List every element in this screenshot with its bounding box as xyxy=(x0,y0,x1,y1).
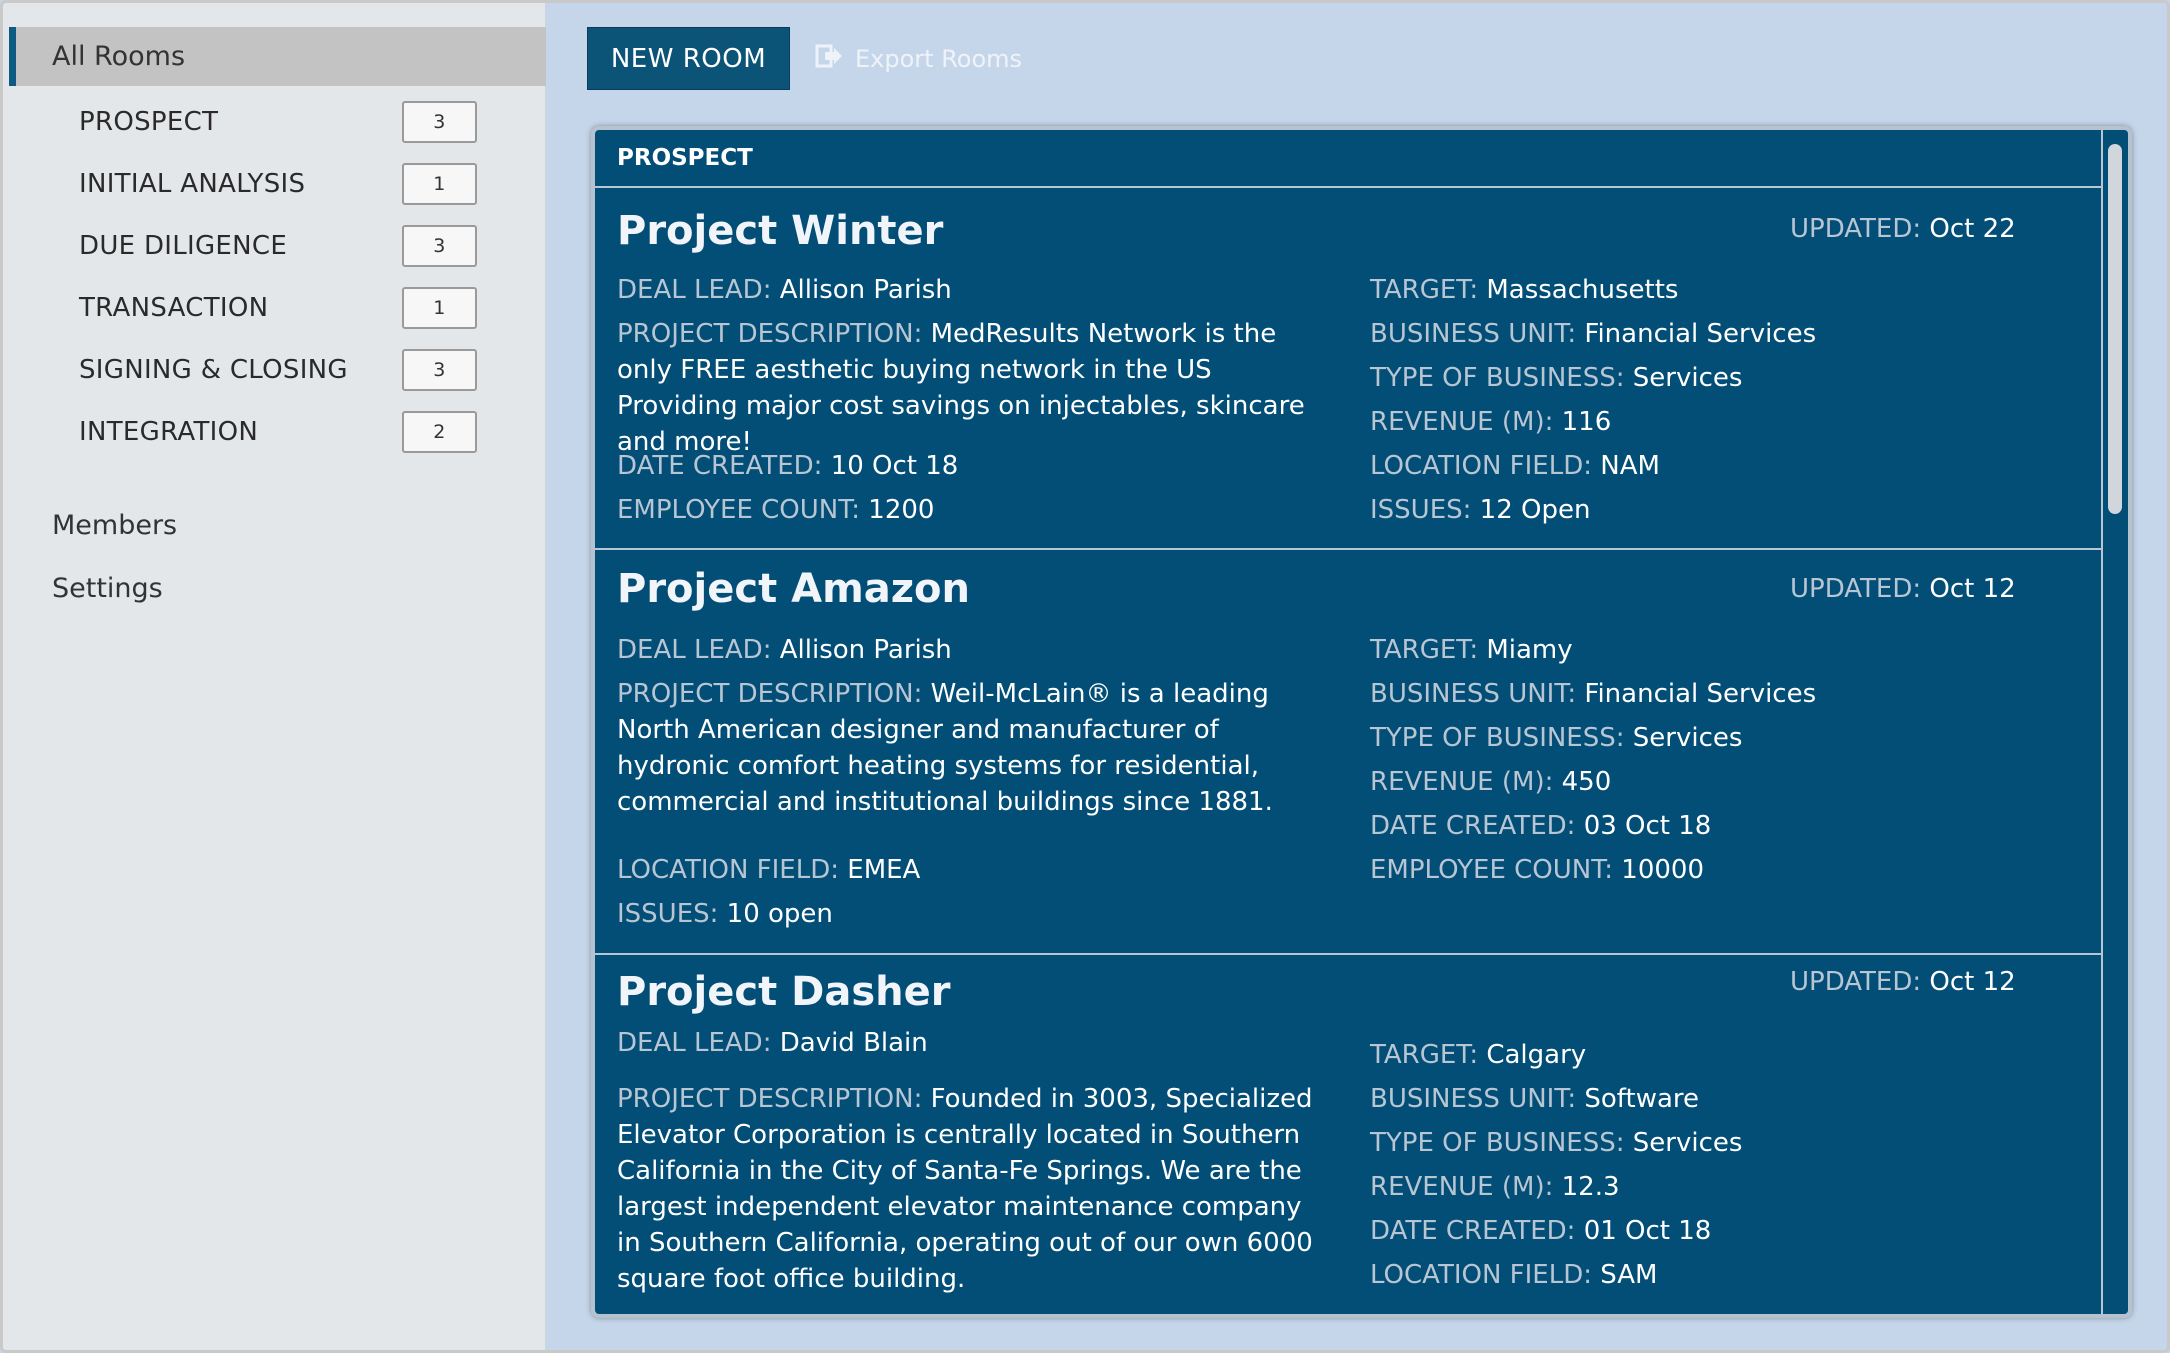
type-of-business: TYPE OF BUSINESS: Services xyxy=(1370,723,1743,753)
room-title[interactable]: Project Dasher xyxy=(617,969,950,1015)
deal-lead: DEAL LEAD: Allison Parish xyxy=(617,275,952,305)
export-rooms-link[interactable]: Export Rooms xyxy=(815,37,1022,81)
location-field: LOCATION FIELD: NAM xyxy=(1370,451,1660,481)
panel-header: PROSPECT xyxy=(595,130,2105,188)
date-created: DATE CREATED: 01 Oct 18 xyxy=(1370,1216,1712,1246)
sidebar-item-all-rooms[interactable]: All Rooms xyxy=(9,27,546,86)
stage-label: INITIAL ANALYSIS xyxy=(79,169,306,199)
app-window: All Rooms PROSPECT 3 INITIAL ANALYSIS 1 … xyxy=(0,0,2170,1353)
sidebar-item-due-diligence[interactable]: DUE DILIGENCE 3 xyxy=(79,225,477,267)
date-created: DATE CREATED: 10 Oct 18 xyxy=(617,451,959,481)
room-card[interactable]: Project Dasher UPDATED: Oct 12 DEAL LEAD… xyxy=(595,955,2105,1314)
type-of-business: TYPE OF BUSINESS: Services xyxy=(1370,1128,1743,1158)
business-unit: BUSINESS UNIT: Financial Services xyxy=(1370,319,1817,349)
deal-lead: DEAL LEAD: David Blain xyxy=(617,1028,928,1058)
stage-count-badge: 3 xyxy=(402,101,477,143)
export-icon xyxy=(815,43,843,75)
employee-count: EMPLOYEE COUNT: 10000 xyxy=(1370,855,1705,885)
sidebar-item-settings[interactable]: Settings xyxy=(52,573,163,604)
sidebar: All Rooms PROSPECT 3 INITIAL ANALYSIS 1 … xyxy=(3,3,546,1350)
deal-lead: DEAL LEAD: Allison Parish xyxy=(617,635,952,665)
issues: ISSUES: 12 Open xyxy=(1370,495,1591,525)
target: TARGET: Miamy xyxy=(1370,635,1573,665)
sidebar-item-members[interactable]: Members xyxy=(52,510,177,541)
room-updated: UPDATED: Oct 22 xyxy=(1790,214,2016,244)
business-unit: BUSINESS UNIT: Financial Services xyxy=(1370,679,1817,709)
stage-count-badge: 1 xyxy=(402,287,477,329)
sidebar-item-prospect[interactable]: PROSPECT 3 xyxy=(79,101,477,143)
scrollbar[interactable] xyxy=(2101,130,2128,1314)
target: TARGET: Calgary xyxy=(1370,1040,1587,1070)
room-updated: UPDATED: Oct 12 xyxy=(1790,967,2016,997)
sidebar-item-initial-analysis[interactable]: INITIAL ANALYSIS 1 xyxy=(79,163,477,205)
rooms-panel: PROSPECT Project Winter UPDATED: Oct 22 … xyxy=(591,126,2132,1318)
sidebar-item-transaction[interactable]: TRANSACTION 1 xyxy=(79,287,477,329)
stage-count-badge: 3 xyxy=(402,225,477,267)
room-card[interactable]: Project Winter UPDATED: Oct 22 DEAL LEAD… xyxy=(595,190,2105,550)
room-title[interactable]: Project Winter xyxy=(617,208,943,254)
location-field: LOCATION FIELD: EMEA xyxy=(617,855,921,885)
stage-label: TRANSACTION xyxy=(79,293,269,323)
export-rooms-label: Export Rooms xyxy=(855,45,1023,73)
stage-label: DUE DILIGENCE xyxy=(79,231,288,261)
scroll-thumb[interactable] xyxy=(2108,144,2122,514)
date-created: DATE CREATED: 03 Oct 18 xyxy=(1370,811,1712,841)
room-card[interactable]: Project Amazon UPDATED: Oct 12 DEAL LEAD… xyxy=(595,550,2105,955)
sidebar-item-signing-closing[interactable]: SIGNING & CLOSING 3 xyxy=(79,349,477,391)
project-description: PROJECT DESCRIPTION: MedResults Network … xyxy=(617,319,1305,457)
revenue: REVENUE (M): 450 xyxy=(1370,767,1612,797)
revenue: REVENUE (M): 116 xyxy=(1370,407,1612,437)
type-of-business: TYPE OF BUSINESS: Services xyxy=(1370,363,1743,393)
new-room-button[interactable]: NEW ROOM xyxy=(587,27,790,90)
room-title[interactable]: Project Amazon xyxy=(617,566,970,612)
stage-label: INTEGRATION xyxy=(79,417,259,447)
stage-count-badge: 2 xyxy=(402,411,477,453)
revenue: REVENUE (M): 12.3 xyxy=(1370,1172,1620,1202)
issues: ISSUES: 10 open xyxy=(617,899,833,929)
target: TARGET: Massachusetts xyxy=(1370,275,1679,305)
location-field: LOCATION FIELD: SAM xyxy=(1370,1260,1658,1290)
stage-label: PROSPECT xyxy=(79,107,219,137)
project-description: PROJECT DESCRIPTION: Founded in 3003, Sp… xyxy=(617,1084,1313,1294)
employee-count: EMPLOYEE COUNT: 1200 xyxy=(617,495,935,525)
project-description: PROJECT DESCRIPTION: Weil-McLain® is a l… xyxy=(617,679,1273,817)
stage-count-badge: 3 xyxy=(402,349,477,391)
sidebar-item-integration[interactable]: INTEGRATION 2 xyxy=(79,411,477,453)
room-updated: UPDATED: Oct 12 xyxy=(1790,574,2016,604)
business-unit: BUSINESS UNIT: Software xyxy=(1370,1084,1700,1114)
stage-label: SIGNING & CLOSING xyxy=(79,355,348,385)
stage-count-badge: 1 xyxy=(402,163,477,205)
